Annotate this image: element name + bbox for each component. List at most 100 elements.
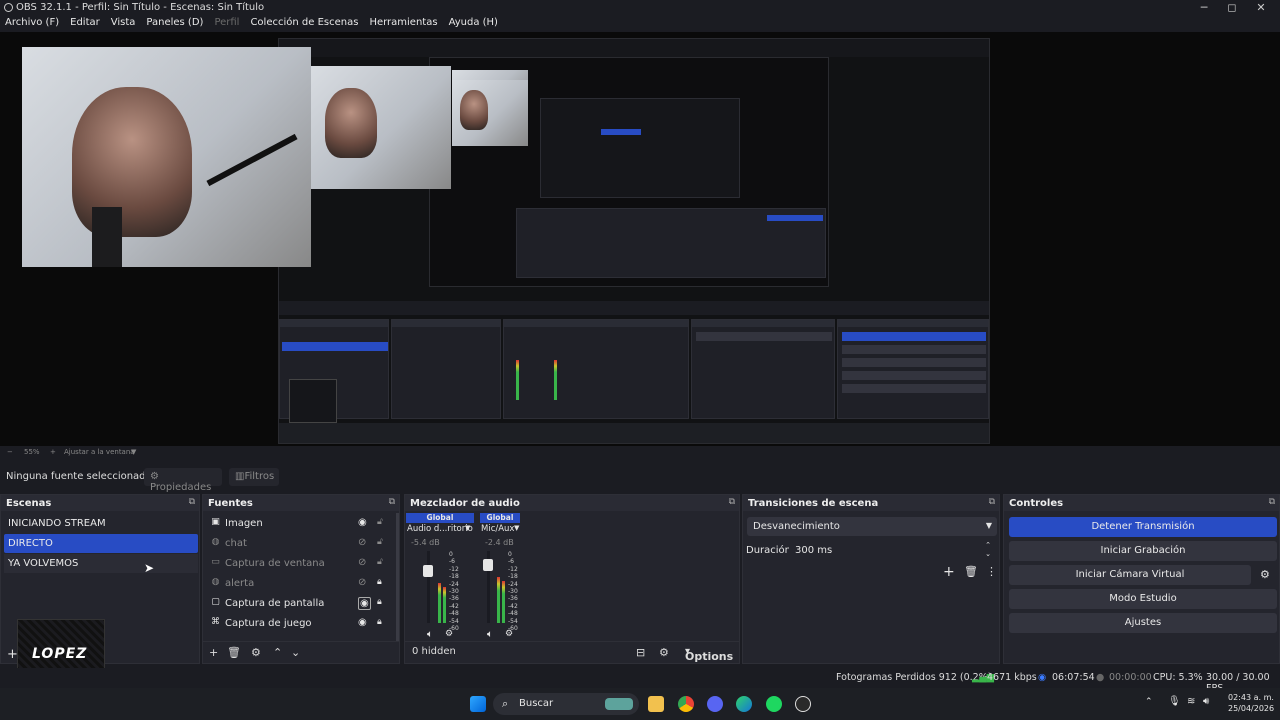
scenes-dock: Escenas ⧉ INICIANDO STREAM DIRECTO YA VOL… bbox=[0, 494, 200, 689]
source-label: Captura de juego bbox=[225, 618, 312, 629]
scene-item-directo[interactable]: DIRECTO bbox=[4, 534, 198, 553]
maximize-icon[interactable]: ◻ bbox=[1221, 1, 1243, 14]
chrome-icon[interactable] bbox=[678, 696, 694, 712]
unlock-icon[interactable]: 🔓︎ bbox=[377, 537, 383, 547]
lock-icon[interactable]: 🔒︎ bbox=[377, 597, 382, 607]
wifi-icon[interactable]: ≋ bbox=[1187, 696, 1195, 707]
source-row-captura-pantalla[interactable]: ▢ Captura de pantalla ◉ 🔒︎ bbox=[207, 595, 393, 613]
duration-value: 300 ms bbox=[795, 545, 833, 556]
gear-icon[interactable]: ⚙ bbox=[1260, 568, 1270, 581]
menu-paneles[interactable]: Paneles (D) bbox=[141, 16, 209, 32]
windows-start-icon[interactable] bbox=[470, 696, 486, 712]
speaker-icon[interactable]: 🔈︎ bbox=[487, 629, 493, 640]
stop-stream-button[interactable]: Detener Transmisión bbox=[1009, 517, 1277, 537]
menu-coleccion-escenas[interactable]: Colección de Escenas bbox=[245, 16, 364, 32]
zoom-out-button[interactable]: − bbox=[7, 448, 13, 456]
close-icon[interactable]: ✕ bbox=[1250, 1, 1272, 14]
channel-1-volume-slider[interactable] bbox=[423, 565, 433, 577]
options-button[interactable]: Options ▾ bbox=[685, 646, 733, 663]
trash-icon[interactable]: 🗑︎ bbox=[227, 646, 241, 659]
file-explorer-icon[interactable] bbox=[648, 696, 664, 712]
taskbar-search[interactable]: ⌕ Buscar bbox=[493, 693, 639, 715]
channel-1-dropdown-icon[interactable]: ▼ bbox=[465, 524, 470, 532]
move-up-icon[interactable]: ⌃ bbox=[273, 646, 282, 659]
duration-input[interactable]: 300 ms ⌃ ⌄ bbox=[789, 541, 997, 560]
properties-button[interactable]: ⚙ Propiedades bbox=[144, 468, 222, 493]
float-dock-icon[interactable]: ⧉ bbox=[189, 497, 195, 507]
zoom-dropdown-icon[interactable]: ▼ bbox=[131, 448, 136, 456]
float-dock-icon[interactable]: ⧉ bbox=[389, 497, 395, 507]
menu-ayuda[interactable]: Ayuda (H) bbox=[444, 16, 504, 32]
obs-taskbar-icon[interactable] bbox=[795, 696, 811, 712]
chevron-up-icon[interactable]: ⌃ bbox=[1145, 697, 1153, 707]
scene-item-ya-volvemos[interactable]: YA VOLVEMOS bbox=[4, 554, 198, 573]
more-options-icon[interactable]: ⋮ bbox=[986, 565, 997, 578]
lock-icon[interactable]: 🔒︎ bbox=[377, 617, 382, 627]
channel-1-header: Global bbox=[406, 513, 474, 523]
controls-dock: Controles ⧉ Detener Transmisión Iniciar G… bbox=[1003, 494, 1280, 664]
minimize-icon[interactable]: ─ bbox=[1193, 1, 1215, 14]
gear-icon[interactable]: ⚙ bbox=[505, 629, 513, 639]
gear-icon[interactable]: ⚙ bbox=[251, 646, 261, 659]
microphone-icon[interactable]: 🎙︎ bbox=[1168, 696, 1181, 707]
gear-icon[interactable]: ⚙ bbox=[445, 629, 453, 639]
minus-box-icon[interactable]: ⊟ bbox=[636, 646, 645, 659]
source-row-chat[interactable]: ◍ chat ⊘ 🔓︎ bbox=[207, 535, 393, 553]
duration-label: Duración bbox=[746, 545, 792, 556]
menu-archivo[interactable]: Archivo (F) bbox=[0, 16, 65, 32]
settings-button[interactable]: Ajustes bbox=[1009, 613, 1277, 633]
zoom-in-button[interactable]: + bbox=[50, 448, 56, 456]
add-source-button[interactable]: + bbox=[209, 646, 218, 659]
eye-hidden-icon[interactable]: ⊘ bbox=[358, 537, 366, 548]
clock-date[interactable]: 25/04/2026 bbox=[1228, 704, 1274, 713]
eye-hidden-icon[interactable]: ⊘ bbox=[358, 557, 366, 568]
float-dock-icon[interactable]: ⧉ bbox=[989, 497, 995, 507]
source-row-captura-ventana[interactable]: ▭ Captura de ventana ⊘ 🔓︎ bbox=[207, 555, 393, 573]
decrement-icon[interactable]: ⌄ bbox=[985, 550, 991, 558]
channel-2-header: Global bbox=[480, 513, 520, 523]
channel-1-meter-right bbox=[443, 587, 446, 623]
transition-select[interactable]: Desvanecimiento ▼ bbox=[747, 517, 997, 536]
menu-herramientas[interactable]: Herramientas bbox=[364, 16, 443, 32]
start-virtual-camera-button[interactable]: Iniciar Cámara Virtual bbox=[1009, 565, 1251, 585]
move-down-icon[interactable]: ⌄ bbox=[291, 646, 300, 659]
channel-2-dropdown-icon[interactable]: ▼ bbox=[514, 524, 519, 532]
spotify-icon[interactable] bbox=[766, 696, 782, 712]
settings-cog-icon[interactable]: ⚙ bbox=[659, 646, 669, 659]
eye-visible-icon[interactable]: ◉ bbox=[358, 617, 367, 628]
eye-visible-icon[interactable]: ◉ bbox=[358, 597, 371, 610]
speaker-icon[interactable]: 🔈︎ bbox=[427, 629, 433, 640]
add-transition-button[interactable]: + bbox=[943, 564, 955, 580]
filters-button[interactable]: ▥Filtros bbox=[229, 468, 279, 486]
clock-time[interactable]: 02:43 a. m. bbox=[1228, 693, 1274, 702]
channel-1-scale: 0 -6 -12 -18 -24 -30 -36 -42 -48 -54 -60 bbox=[449, 551, 459, 633]
sources-scrollbar[interactable] bbox=[396, 513, 399, 643]
increment-icon[interactable]: ⌃ bbox=[985, 541, 991, 549]
edge-icon[interactable] bbox=[736, 696, 752, 712]
start-recording-button[interactable]: Iniciar Grabación bbox=[1009, 541, 1277, 561]
unlock-icon[interactable]: 🔓︎ bbox=[377, 517, 383, 527]
source-row-captura-juego[interactable]: ⌘ Captura de juego ◉ 🔒︎ bbox=[207, 615, 393, 633]
zoom-fit-label[interactable]: Ajustar a la ventana bbox=[64, 448, 135, 456]
source-row-imagen[interactable]: ▣ Imagen ◉ 🔓︎ bbox=[207, 515, 393, 533]
trash-icon[interactable]: 🗑︎ bbox=[964, 565, 978, 578]
webcam-preview-nested bbox=[311, 66, 451, 189]
channel-2-volume-slider[interactable] bbox=[483, 559, 493, 571]
discord-icon[interactable] bbox=[707, 696, 723, 712]
eye-hidden-icon[interactable]: ⊘ bbox=[358, 577, 366, 588]
source-row-alerta[interactable]: ◍ alerta ⊘ 🔒︎ bbox=[207, 575, 393, 593]
unlock-icon[interactable]: 🔓︎ bbox=[377, 557, 383, 567]
preview-canvas[interactable] bbox=[0, 32, 1280, 446]
sources-title: Fuentes bbox=[208, 498, 253, 509]
menu-vista[interactable]: Vista bbox=[106, 16, 142, 32]
float-dock-icon[interactable]: ⧉ bbox=[1269, 497, 1275, 507]
menu-editar[interactable]: Editar bbox=[65, 16, 106, 32]
studio-mode-button[interactable]: Modo Estudio bbox=[1009, 589, 1277, 609]
menu-perfil[interactable]: Perfil bbox=[209, 16, 245, 32]
eye-visible-icon[interactable]: ◉ bbox=[358, 517, 367, 528]
channel-1-volume-track[interactable] bbox=[427, 551, 430, 623]
float-dock-icon[interactable]: ⧉ bbox=[729, 497, 735, 507]
scene-item-iniciando[interactable]: INICIANDO STREAM bbox=[4, 514, 198, 533]
volume-icon[interactable]: 🔊︎ bbox=[1203, 696, 1209, 707]
lock-icon[interactable]: 🔒︎ bbox=[377, 577, 382, 587]
